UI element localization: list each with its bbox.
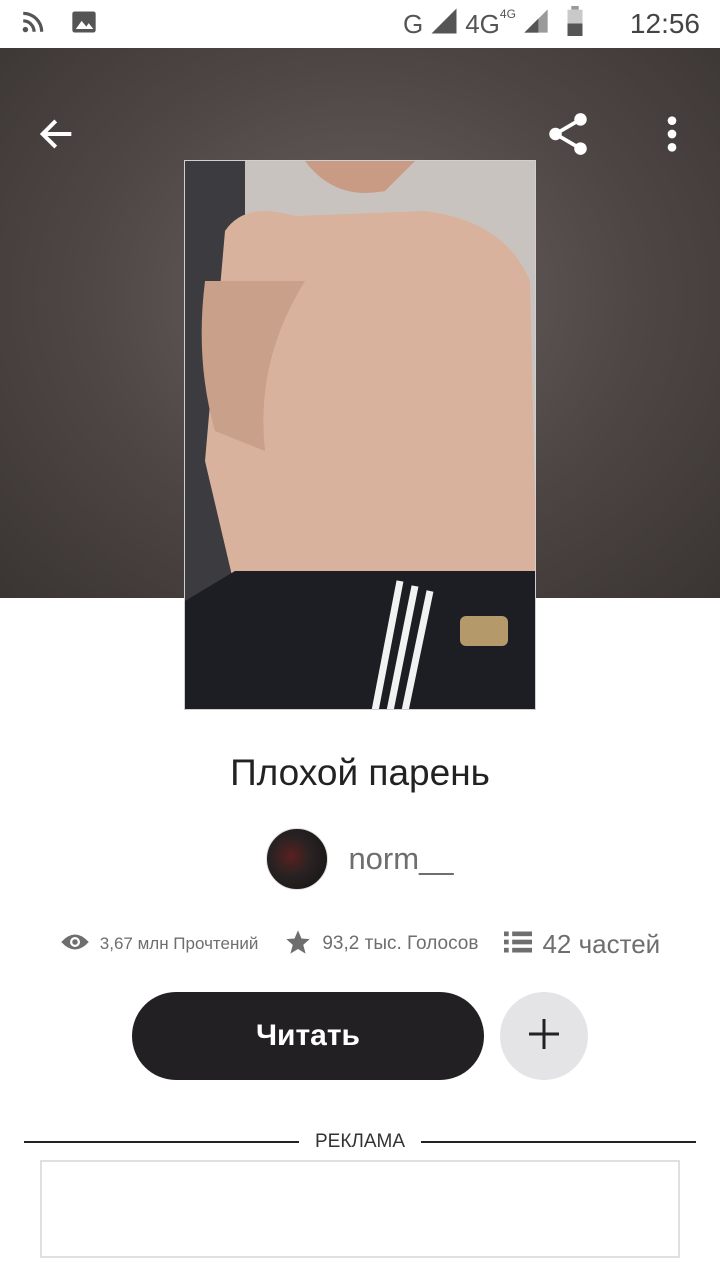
- back-button[interactable]: [24, 104, 88, 168]
- network-4g-small-label: 4G: [499, 7, 516, 21]
- author-name[interactable]: norm__: [348, 841, 453, 877]
- star-icon: [284, 928, 312, 961]
- cover-illustration: [185, 161, 535, 709]
- signal-icon: [429, 6, 459, 43]
- add-to-library-button[interactable]: [500, 992, 588, 1080]
- ad-divider: РЕКЛАМА: [24, 1130, 696, 1154]
- stat-reads: 3,67 млн Прочтений: [60, 931, 259, 958]
- reads-count: 3,67 млн Прочтений: [99, 934, 259, 953]
- read-button[interactable]: Читать: [132, 992, 484, 1080]
- author-row[interactable]: norm__: [0, 828, 720, 890]
- stat-votes: 93,2 тыс. Голосов: [284, 928, 478, 961]
- eye-icon: [60, 931, 90, 958]
- network-g-label: G: [402, 8, 424, 39]
- ad-container[interactable]: [40, 1160, 680, 1258]
- clock: 12:56: [629, 8, 700, 39]
- parts-count[interactable]: 42 частей: [542, 929, 660, 960]
- author-avatar[interactable]: [266, 828, 329, 890]
- story-stats: 3,67 млн Прочтений 93,2 тыс. Голосов 42 …: [0, 922, 720, 966]
- divider-line: [421, 1141, 696, 1143]
- battery-icon: [566, 5, 584, 43]
- more-options-button[interactable]: [640, 104, 704, 168]
- rss-icon: [20, 9, 46, 40]
- status-right: G 4G 4G 12:56: [402, 5, 700, 43]
- story-cover-image[interactable]: [184, 160, 536, 710]
- status-left: [20, 8, 98, 41]
- more-vertical-icon: [666, 114, 678, 159]
- stat-parts[interactable]: 42 частей: [504, 929, 660, 960]
- list-icon: [504, 930, 533, 959]
- image-icon: [70, 8, 98, 41]
- status-bar: G 4G 4G 12:56: [0, 0, 720, 48]
- votes-count: 93,2 тыс. Голосов: [322, 933, 479, 954]
- share-button[interactable]: [536, 104, 600, 168]
- story-title: Плохой парень: [230, 752, 490, 793]
- ad-label: РЕКЛАМА: [314, 1131, 406, 1152]
- divider-line: [24, 1141, 299, 1143]
- share-icon: [543, 109, 593, 164]
- signal-icon: [522, 7, 550, 42]
- network-4g-label: 4G: [465, 8, 500, 39]
- back-arrow-icon: [36, 114, 76, 159]
- plus-icon: [526, 1016, 562, 1057]
